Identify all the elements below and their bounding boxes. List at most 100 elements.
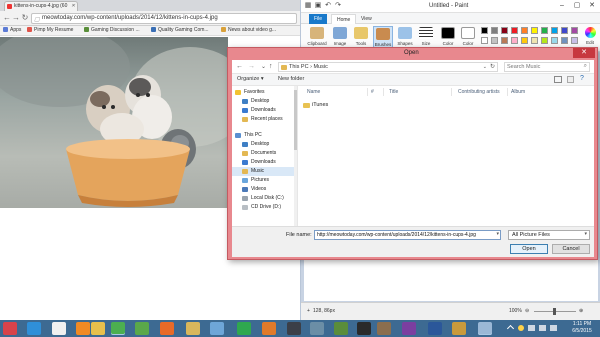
column-name[interactable]: Name (307, 89, 320, 95)
bookmark-quality-gaming[interactable]: Quality Gaming Com... (151, 27, 209, 33)
bookmark-news-video-games[interactable]: News about video g... (221, 27, 276, 33)
palette-swatch[interactable] (541, 37, 548, 44)
steam-icon[interactable] (287, 322, 301, 335)
redo-icon[interactable]: ↷ (334, 2, 342, 10)
nav-pc-desktop[interactable]: Desktop (232, 140, 294, 149)
nav-recent-places[interactable]: Recent places (232, 115, 294, 124)
battery-icon[interactable] (528, 325, 535, 331)
network-icon[interactable] (539, 325, 546, 331)
open-button[interactable]: Open (510, 244, 548, 254)
tab-view[interactable]: View (356, 14, 377, 24)
nav-downloads[interactable]: Downloads (232, 106, 294, 115)
bookmark-apps[interactable]: Apps (3, 27, 21, 33)
view-options-icon[interactable] (554, 76, 562, 83)
recent-locations-icon[interactable]: ⌄ (261, 63, 266, 70)
search-icon[interactable]: ⌕ (584, 63, 587, 70)
list-item[interactable]: iTunes (301, 101, 361, 110)
help-icon[interactable]: ? (580, 75, 584, 82)
dialog-path-bar[interactable]: This PC › Music ⌄ ↻ (278, 62, 498, 72)
palette-swatch[interactable] (481, 37, 488, 44)
palette-swatch[interactable] (501, 27, 508, 34)
forward-icon[interactable]: → (248, 63, 255, 70)
undo-icon[interactable]: ↶ (324, 2, 332, 10)
tray-app-icon[interactable] (518, 325, 524, 331)
column-number[interactable]: # (371, 89, 374, 95)
palette-swatch[interactable] (481, 27, 488, 34)
tray-expand-icon[interactable] (506, 324, 515, 333)
nav-pc-downloads[interactable]: Downloads (232, 158, 294, 167)
palette-swatch[interactable] (491, 37, 498, 44)
palette-swatch[interactable] (551, 37, 558, 44)
palette-swatch[interactable] (511, 37, 518, 44)
path-dropdown-icon[interactable]: ⌄ (483, 64, 487, 70)
nav-desktop[interactable]: Desktop (232, 97, 294, 106)
address-bar[interactable]: ▢ meowtoday.com/wp-content/uploads/2014/… (31, 13, 297, 24)
search-input[interactable] (507, 63, 579, 71)
minimize-icon[interactable]: – (555, 0, 569, 11)
tab-file[interactable]: File (309, 14, 328, 24)
preview-pane-icon[interactable] (567, 76, 574, 83)
close-icon[interactable]: ✕ (585, 0, 599, 11)
viber-icon[interactable] (402, 322, 416, 335)
store-icon[interactable] (210, 322, 224, 335)
organize-button[interactable]: Organize ▾ (237, 76, 264, 82)
chevron-down-icon[interactable]: ▾ (584, 231, 587, 237)
firefox-icon[interactable] (160, 322, 174, 335)
nav-documents[interactable]: Documents (232, 149, 294, 158)
new-folder-button[interactable]: New folder (278, 76, 304, 82)
palette-swatch[interactable] (551, 27, 558, 34)
palette-swatch[interactable] (521, 37, 528, 44)
internet-explorer-icon[interactable] (27, 322, 41, 335)
app-icon[interactable] (135, 322, 149, 335)
nav-pictures[interactable]: Pictures (232, 176, 294, 185)
palette-swatch[interactable] (541, 27, 548, 34)
cancel-button[interactable]: Cancel (552, 244, 590, 254)
app-icon[interactable] (377, 322, 391, 335)
file-type-select[interactable]: All Picture Files ▾ (508, 230, 590, 240)
chevron-down-icon[interactable]: ▾ (496, 231, 499, 237)
file-name-input[interactable] (317, 231, 491, 239)
bookmark-gaming-discussion[interactable]: Gaming Discussion ... (84, 27, 140, 33)
file-explorer-icon[interactable] (91, 322, 105, 335)
file-name-field[interactable]: ▾ (314, 230, 501, 240)
column-title[interactable]: Title (389, 89, 398, 95)
nav-scrollbar-thumb[interactable] (294, 90, 297, 150)
chrome-tab[interactable]: kittens-in-cups-4.jpg (60 ✕ (4, 1, 78, 11)
palette-swatch[interactable] (571, 37, 578, 44)
palette-swatch[interactable] (561, 37, 568, 44)
app-orange-icon[interactable] (262, 322, 276, 335)
media-icon[interactable] (357, 322, 371, 335)
app-icon[interactable] (452, 322, 466, 335)
save-icon[interactable]: ▣ (314, 2, 322, 10)
path-music[interactable]: Music (313, 64, 327, 70)
nav-favorites[interactable]: Favorites (232, 88, 294, 97)
bookmark-pimp-my-resume[interactable]: Pimp My Resume (27, 27, 73, 33)
vlc-icon[interactable] (76, 322, 90, 335)
word-icon[interactable] (428, 322, 442, 335)
column-divider[interactable] (383, 88, 384, 96)
nav-cd-drive[interactable]: CD Drive (D:) (232, 203, 294, 212)
close-tab-icon[interactable]: ✕ (71, 3, 75, 9)
search-box[interactable]: ⌕ (504, 62, 590, 72)
column-divider[interactable] (367, 88, 368, 96)
path-this-pc[interactable]: This PC (289, 64, 309, 70)
start-button-icon[interactable] (3, 322, 17, 335)
refresh-icon[interactable]: ↻ (490, 63, 495, 70)
dialog-close-button[interactable]: ✕ (573, 48, 595, 58)
reload-icon[interactable]: ↻ (20, 13, 30, 23)
maximize-icon[interactable]: ▢ (570, 0, 584, 11)
column-divider[interactable] (451, 88, 452, 96)
nav-local-disk[interactable]: Local Disk (C:) (232, 194, 294, 203)
palette-swatch[interactable] (561, 27, 568, 34)
palette-swatch[interactable] (491, 27, 498, 34)
document-icon[interactable] (52, 322, 66, 335)
palette-swatch[interactable] (521, 27, 528, 34)
column-album[interactable]: Album (511, 89, 525, 95)
up-icon[interactable]: ↑ (269, 63, 273, 70)
palette-swatch[interactable] (501, 37, 508, 44)
nav-scrollbar[interactable] (294, 86, 297, 226)
volume-icon[interactable] (550, 325, 557, 331)
app-icon[interactable] (310, 322, 324, 335)
palette-swatch[interactable] (531, 27, 538, 34)
column-contributing-artists[interactable]: Contributing artists (458, 89, 500, 95)
